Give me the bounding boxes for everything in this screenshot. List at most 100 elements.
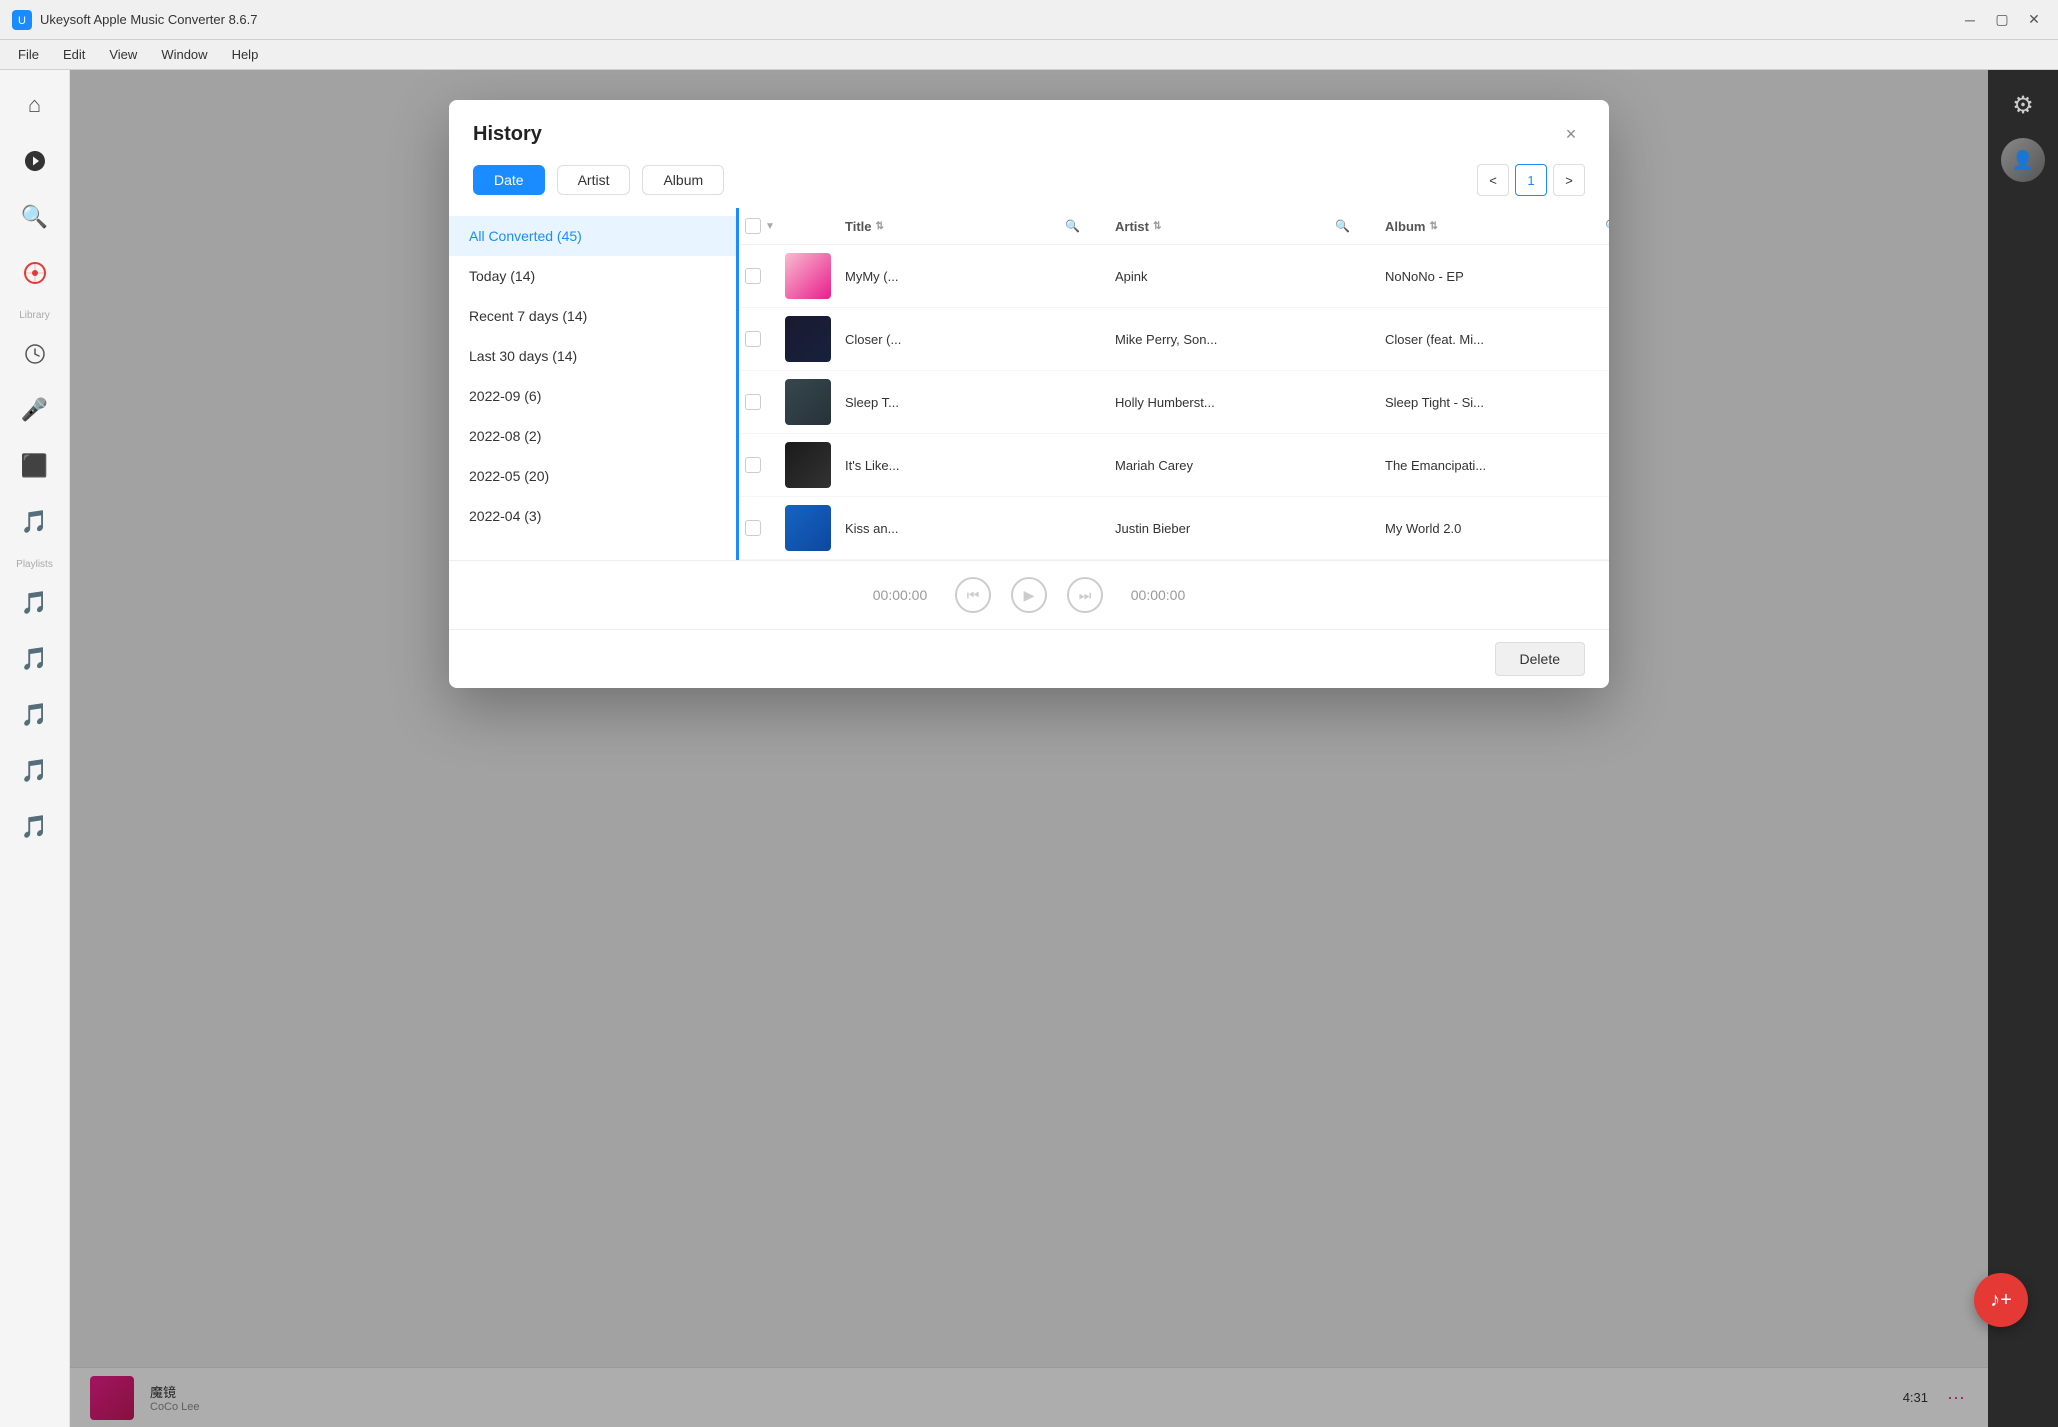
maximize-button[interactable]: ▢ — [1990, 8, 2014, 32]
th-album: Album ⇅ — [1379, 218, 1599, 234]
row1-checkbox[interactable] — [745, 268, 761, 284]
player-bar: 00:00:00 ⏮ ▶ ⏭ 00:00:00 — [449, 560, 1609, 629]
th-artist-search: 🔍 — [1329, 218, 1379, 234]
nav-item-all[interactable]: All Converted (45) — [449, 216, 736, 256]
row5-album-cell: My World 2.0 — [1379, 521, 1599, 536]
nav-item-7days[interactable]: Recent 7 days (14) — [449, 296, 736, 336]
next-track-button[interactable]: ⏭ — [1067, 577, 1103, 613]
row1-thumb-cell — [779, 253, 839, 299]
row4-album-cell: The Emancipati... — [1379, 458, 1599, 473]
row3-album-cell: Sleep Tight - Si... — [1379, 395, 1599, 410]
row1-artist-cell: Apink — [1109, 269, 1329, 284]
history-dialog: History × Date Artist Album < 1 > — [449, 100, 1609, 688]
menu-file[interactable]: File — [8, 43, 49, 66]
menu-window[interactable]: Window — [151, 43, 217, 66]
filter-artist-button[interactable]: Artist — [557, 165, 631, 195]
album-sort-icon[interactable]: ⇅ — [1429, 221, 1437, 232]
nav-item-today[interactable]: Today (14) — [449, 256, 736, 296]
row1-album-cell: NoNoNo - EP — [1379, 269, 1599, 284]
playlist-1-button[interactable]: 🎵 — [10, 578, 60, 628]
row5-title-cell: Kiss an... — [839, 521, 1059, 536]
playlist-5-button[interactable]: 🎵 — [10, 802, 60, 852]
row3-album-thumb — [785, 379, 831, 425]
svg-text:U: U — [18, 15, 26, 27]
playlist-3-button[interactable]: 🎵 — [10, 690, 60, 740]
table-area: ▼ Title ⇅ — [739, 208, 1609, 560]
row4-thumb-cell — [779, 442, 839, 488]
play-pause-button[interactable]: ▶ — [1011, 577, 1047, 613]
nav-item-30days[interactable]: Last 30 days (14) — [449, 336, 736, 376]
prev-track-button[interactable]: ⏮ — [955, 577, 991, 613]
row4-album-thumb — [785, 442, 831, 488]
row4-checkbox[interactable] — [745, 457, 761, 473]
dialog-footer: Delete — [449, 629, 1609, 688]
songs-button[interactable]: 🎵 — [10, 497, 60, 547]
background-app: 魔镜 CoCo Lee 4:31 ··· History × — [70, 70, 1988, 1427]
pagination: < 1 > — [1477, 164, 1585, 196]
th-title: Title ⇅ — [839, 218, 1059, 234]
menu-help[interactable]: Help — [222, 43, 269, 66]
nav-item-2022-08[interactable]: 2022-08 (2) — [449, 416, 736, 456]
home-button[interactable]: ⌂ — [10, 80, 60, 130]
th-artist: Artist ⇅ — [1109, 218, 1329, 234]
playlist-4-button[interactable]: 🎵 — [10, 746, 60, 796]
radio-button[interactable] — [10, 248, 60, 298]
library-label: Library — [0, 304, 69, 323]
minimize-button[interactable]: ─ — [1958, 8, 1982, 32]
row2-album-cell: Closer (feat. Mi... — [1379, 332, 1599, 347]
add-music-fab[interactable]: ♪+ — [1974, 1273, 2028, 1327]
row2-checkbox[interactable] — [745, 331, 761, 347]
filter-row: Date Artist Album < 1 > — [449, 148, 1609, 208]
close-button[interactable]: ✕ — [2022, 8, 2046, 32]
row3-thumb-cell — [779, 379, 839, 425]
playlists-label: Playlists — [0, 553, 69, 572]
row4-title-cell: It's Like... — [839, 458, 1059, 473]
album-col-label: Album — [1385, 219, 1425, 234]
search-button[interactable]: 🔍 — [10, 192, 60, 242]
main-content: 魔镜 CoCo Lee 4:31 ··· History × — [70, 70, 1988, 1427]
nav-item-2022-04[interactable]: 2022-04 (3) — [449, 496, 736, 536]
menu-edit[interactable]: Edit — [53, 43, 95, 66]
apple-music-button[interactable] — [10, 136, 60, 186]
row1-title-cell: MyMy (... — [839, 269, 1059, 284]
row2-title-cell: Closer (... — [839, 332, 1059, 347]
add-music-icon: ♪+ — [1990, 1289, 2012, 1312]
row1-checkbox-cell — [739, 268, 779, 284]
albums-button[interactable]: ⬛ — [10, 441, 60, 491]
current-page-button[interactable]: 1 — [1515, 164, 1547, 196]
checkbox-header: ▼ — [745, 218, 775, 234]
recently-added-button[interactable] — [10, 329, 60, 379]
filter-album-button[interactable]: Album — [642, 165, 724, 195]
filter-date-button[interactable]: Date — [473, 165, 545, 195]
row5-checkbox[interactable] — [745, 520, 761, 536]
table-row: Closer (... Mike Perry, Son... Closer (f… — [739, 308, 1609, 371]
select-all-checkbox[interactable] — [745, 218, 761, 234]
next-page-button[interactable]: > — [1553, 164, 1585, 196]
dialog-body: All Converted (45) Today (14) Recent 7 d… — [449, 208, 1609, 560]
row3-checkbox-cell — [739, 394, 779, 410]
row3-checkbox[interactable] — [745, 394, 761, 410]
table-header: ▼ Title ⇅ — [739, 208, 1609, 245]
th-checkbox: ▼ — [739, 218, 779, 234]
title-sort-icon[interactable]: ⇅ — [876, 221, 884, 232]
title-search-icon[interactable]: 🔍 — [1065, 219, 1080, 233]
player-time-end: 00:00:00 — [1123, 587, 1193, 603]
row5-thumb-cell — [779, 505, 839, 551]
artists-button[interactable]: 🎤 — [10, 385, 60, 435]
artist-sort-icon[interactable]: ⇅ — [1153, 221, 1161, 232]
nav-list: All Converted (45) Today (14) Recent 7 d… — [449, 208, 739, 560]
row3-artist-cell: Holly Humberst... — [1109, 395, 1329, 410]
app-icon: U — [12, 10, 32, 30]
album-search-icon[interactable]: 🔍 — [1605, 219, 1609, 233]
delete-button[interactable]: Delete — [1495, 642, 1585, 676]
menu-view[interactable]: View — [99, 43, 147, 66]
nav-item-2022-05[interactable]: 2022-05 (20) — [449, 456, 736, 496]
artist-search-icon[interactable]: 🔍 — [1335, 219, 1350, 233]
dialog-close-button[interactable]: × — [1557, 120, 1585, 148]
settings-button[interactable]: ⚙ — [1998, 80, 2048, 130]
playlist-2-button[interactable]: 🎵 — [10, 634, 60, 684]
nav-item-2022-09[interactable]: 2022-09 (6) — [449, 376, 736, 416]
prev-page-button[interactable]: < — [1477, 164, 1509, 196]
title-col-label: Title — [845, 219, 872, 234]
user-avatar-button[interactable]: 👤 — [2001, 138, 2045, 182]
